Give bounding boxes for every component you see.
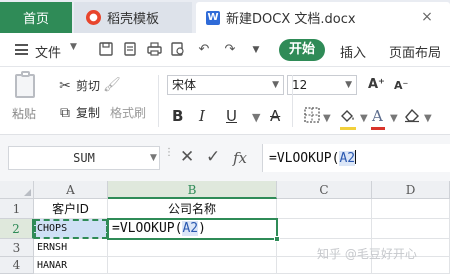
cell-b4[interactable] [108, 257, 277, 274]
column-header-d[interactable]: D [372, 181, 450, 199]
close-tab-icon[interactable]: × [420, 10, 434, 24]
tab-document[interactable]: W 新建DOCX 文档.docx × [196, 2, 450, 33]
confirm-formula-icon[interactable]: ✓ [206, 147, 220, 167]
bold-button[interactable]: B [172, 107, 183, 125]
chevron-down-icon[interactable]: ▼ [150, 153, 157, 163]
underline-dropdown-icon[interactable]: ▼ [252, 111, 260, 124]
cell-b2-reference: A2 [182, 221, 199, 236]
cell-d2[interactable] [372, 219, 450, 239]
italic-button[interactable]: I [199, 107, 205, 125]
paste-label[interactable]: 粘贴 [12, 105, 36, 122]
cell-c2[interactable] [277, 219, 372, 239]
print-preview-icon[interactable] [170, 42, 186, 58]
menu-file[interactable]: 文件 [35, 42, 61, 61]
chevron-down-icon[interactable]: ▼ [424, 113, 432, 124]
formula-cell-reference: A2 [339, 151, 356, 166]
undo-icon[interactable]: ↶ [196, 42, 212, 58]
tab-home-label: 首页 [22, 12, 49, 27]
scissors-icon: ✂ [59, 77, 71, 94]
copy-icon: ⧉ [60, 104, 70, 121]
insert-function-icon[interactable]: fx [233, 149, 247, 167]
font-size-select[interactable]: 12 ▼ [287, 75, 357, 95]
fill-color-swatch [340, 127, 356, 130]
borders-icon[interactable] [304, 107, 320, 127]
font-name-select[interactable]: 宋体 ▼ [167, 75, 284, 95]
cell-a3[interactable]: ERNSH [34, 239, 108, 257]
cell-b2-prefix: =VLOOKUP( [112, 221, 183, 236]
column-header-c[interactable]: C [277, 181, 372, 199]
shrink-font-icon[interactable]: A⁻ [394, 79, 408, 92]
grow-font-icon[interactable]: A⁺ [368, 77, 385, 92]
cell-a4[interactable]: HANAR [34, 257, 108, 274]
fill-color-icon[interactable] [338, 107, 356, 129]
format-painter-label: 格式刷 [110, 106, 147, 120]
tab-page-layout[interactable]: 页面布局 [389, 42, 441, 61]
column-header-b[interactable]: B [108, 181, 277, 199]
formula-prefix: =VLOOKUP( [269, 151, 340, 166]
font-name-value: 宋体 [172, 78, 197, 92]
word-doc-icon: W [206, 10, 220, 25]
cut-label: 剪切 [76, 79, 101, 93]
save-icon[interactable] [98, 42, 114, 58]
font-size-value: 12 [292, 78, 308, 92]
tab-template[interactable]: ● 稻壳模板 [74, 2, 192, 33]
cell-a2[interactable]: CHOPS [34, 219, 108, 239]
tab-home[interactable]: 首页 [0, 2, 72, 33]
ribbon: 粘贴 ✂ 剪切 ⧉ 复制 🖌 格式刷 宋体 ▼ 12 ▼ A⁺ A⁻ B I U… [0, 67, 450, 135]
row-header-4[interactable]: 4 [0, 257, 34, 274]
text-cursor [355, 150, 357, 164]
chevron-down-icon: ▼ [272, 80, 279, 90]
ribbon-divider [292, 75, 293, 127]
chevron-down-icon[interactable]: ▼ [390, 113, 398, 124]
cut-button[interactable]: ✂ 剪切 [57, 77, 100, 94]
font-color-button[interactable]: A [372, 107, 383, 125]
cell-b1[interactable]: 公司名称 [108, 199, 277, 219]
cell-d1[interactable] [372, 199, 450, 219]
cell-b2-editing[interactable]: =VLOOKUP(A2) [107, 218, 280, 242]
tab-bar: 首页 ● 稻壳模板 W 新建DOCX 文档.docx × [0, 0, 450, 33]
formula-text[interactable]: =VLOOKUP(A2 [269, 150, 357, 166]
cell-a1[interactable]: 客户ID [34, 199, 108, 219]
row-header-3[interactable]: 3 [0, 239, 34, 257]
docer-logo-icon: ● [86, 10, 101, 25]
underline-button[interactable]: U [226, 107, 237, 125]
chevron-down-icon[interactable]: ▼ [360, 113, 368, 124]
fill-handle[interactable] [274, 236, 280, 242]
paste-button[interactable] [10, 71, 42, 99]
menu-bar: 文件 ▼ ↶ ↷ ▼ 开始 插入 页面布局 [0, 33, 450, 67]
print-icon[interactable] [146, 42, 162, 58]
tab-start[interactable]: 开始 [279, 39, 325, 61]
row-header-2[interactable]: 2 [0, 219, 34, 239]
redo-icon[interactable]: ↷ [222, 42, 238, 58]
tab-document-label: 新建DOCX 文档.docx [226, 12, 356, 27]
cell-b2-suffix: ) [198, 221, 206, 236]
clear-format-icon[interactable] [403, 107, 421, 127]
strikethrough-button[interactable]: A [270, 107, 280, 125]
select-all-corner[interactable] [0, 181, 34, 199]
watermark: 知乎 @毛豆好开心 [317, 247, 417, 261]
font-color-swatch [371, 127, 385, 130]
export-pdf-icon[interactable] [122, 42, 138, 58]
copy-button[interactable]: ⧉ 复制 [57, 104, 100, 121]
chevron-down-icon[interactable]: ▼ [70, 42, 77, 52]
row-header-1[interactable]: 1 [0, 199, 34, 219]
column-header-a[interactable]: A [34, 181, 108, 199]
cancel-formula-icon[interactable]: ✕ [180, 147, 194, 167]
format-painter-button[interactable]: 格式刷 [110, 104, 146, 121]
ribbon-divider [158, 75, 159, 127]
format-painter-icon: 🖌 [103, 77, 121, 93]
quick-access-dropdown-icon[interactable]: ▼ [248, 42, 264, 58]
tab-template-label: 稻壳模板 [107, 12, 160, 27]
cell-c1[interactable] [277, 199, 372, 219]
hamburger-menu-icon[interactable] [15, 44, 28, 55]
tab-insert[interactable]: 插入 [340, 42, 366, 61]
chevron-down-icon: ▼ [345, 80, 352, 90]
name-box[interactable]: SUM [8, 146, 160, 170]
cell-b3[interactable] [108, 239, 277, 257]
chevron-down-icon[interactable]: ▼ [323, 113, 331, 124]
format-painter-brush[interactable]: 🖌 [103, 77, 122, 93]
copy-label: 复制 [76, 106, 101, 120]
clipboard-icon [15, 74, 35, 98]
drag-handle-icon[interactable]: ⋮ [164, 148, 174, 158]
